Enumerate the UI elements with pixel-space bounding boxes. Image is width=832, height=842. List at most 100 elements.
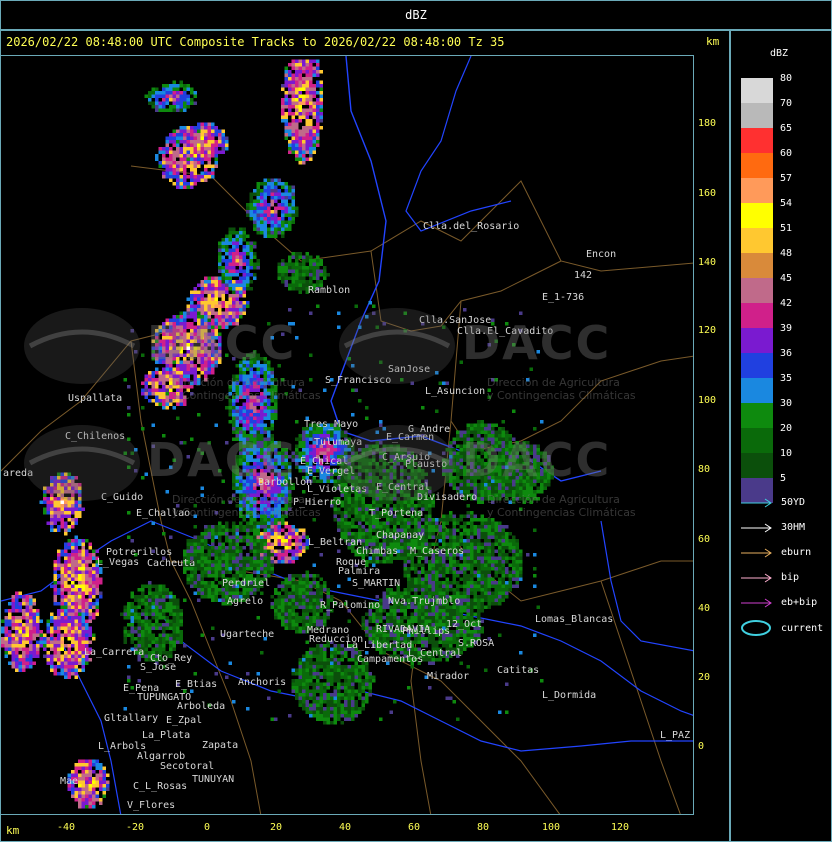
- y-tick-label: 140: [698, 257, 716, 268]
- legend-swatch: [741, 78, 773, 103]
- track-arrow-icon: [740, 598, 774, 608]
- place-label: E_1-736: [542, 292, 584, 303]
- y-tick-label: 80: [698, 464, 710, 475]
- place-label: Ramblon: [308, 285, 350, 296]
- legend-label: 70: [780, 98, 792, 109]
- legend-swatch: [741, 428, 773, 453]
- legend-swatch: [741, 278, 773, 303]
- place-label: La_Carrera: [84, 647, 144, 658]
- place-label: S.ROSA: [458, 638, 494, 649]
- x-tick-label: 20: [270, 822, 282, 833]
- legend-label: 80: [780, 73, 792, 84]
- x-tick-label: 60: [408, 822, 420, 833]
- legend-swatch: [741, 153, 773, 178]
- watermark-subtitle: Dirección de Agricultura y Contingencias …: [172, 493, 321, 519]
- y-tick-label: 20: [698, 672, 710, 683]
- x-tick-label: -20: [126, 822, 144, 833]
- y-tick-label: 180: [698, 118, 716, 129]
- place-label: Arboleda: [177, 701, 225, 712]
- legend-label: 20: [780, 423, 792, 434]
- watermark-subtitle: Dirección de Agricultura y Contingencias …: [172, 376, 321, 402]
- y-tick-label: 160: [698, 188, 716, 199]
- x-tick-label: -40: [57, 822, 75, 833]
- place-label: Zapata: [202, 740, 238, 751]
- place-label: Phillips: [402, 626, 450, 637]
- x-tick-label: 40: [339, 822, 351, 833]
- track-arrow-icon: [740, 498, 774, 508]
- legend-title: dBZ: [770, 48, 788, 59]
- x-tick-label: 80: [477, 822, 489, 833]
- place-label: Clla.del_Rosario: [423, 221, 519, 232]
- place-label: 12_Oct: [446, 619, 482, 630]
- place-label: Chapanay: [376, 530, 424, 541]
- place-label: L_Central: [408, 648, 462, 659]
- legend-label: 30: [780, 398, 792, 409]
- legend-swatch: [741, 353, 773, 378]
- y-tick-label: 60: [698, 534, 710, 545]
- place-label: TUNUYAN: [192, 774, 234, 785]
- place-label: E_Zpal: [166, 715, 202, 726]
- legend-label: 42: [780, 298, 792, 309]
- place-label: L_Asuncion: [425, 386, 485, 397]
- legend-label: 36: [780, 348, 792, 359]
- legend-swatch: [741, 103, 773, 128]
- current-ellipse-icon: [740, 618, 774, 638]
- legend-label: 45: [780, 273, 792, 284]
- top-title: dBZ: [1, 8, 831, 22]
- x-tick-label: 120: [611, 822, 629, 833]
- legend-label: 5: [780, 473, 786, 484]
- legend-label: 54: [780, 198, 792, 209]
- dacc-logo-icon: [337, 423, 457, 503]
- watermark-subtitle: Dirección de Agricultura y Contingencias …: [487, 376, 636, 402]
- track-legend-label: 30HM: [781, 522, 805, 533]
- legend-swatch: [741, 303, 773, 328]
- track-arrow-icon: [740, 548, 774, 558]
- current-legend-label: current: [781, 623, 823, 634]
- place-label: Cacheuta: [147, 558, 195, 569]
- place-label: R_Palomino: [320, 600, 380, 611]
- place-label: L_Beltran: [308, 537, 362, 548]
- place-label: L_PAZ: [660, 730, 690, 741]
- place-label: E_Btias: [175, 679, 217, 690]
- track-legend-label: bip: [781, 572, 799, 583]
- x-tick-label: 0: [204, 822, 210, 833]
- place-label: C_L_Rosas: [133, 781, 187, 792]
- place-label: Mae: [60, 776, 78, 787]
- place-label: L_Dormida: [542, 690, 596, 701]
- river-line: [406, 56, 511, 231]
- track-legend-label: 50YD: [781, 497, 805, 508]
- legend-swatch: [741, 203, 773, 228]
- y-axis-unit: km: [706, 35, 719, 48]
- place-label: T_Portena: [369, 508, 423, 519]
- river-line: [601, 521, 694, 651]
- legend-swatch: [741, 128, 773, 153]
- dacc-logo-icon: [22, 306, 142, 386]
- place-label: Nva.Trujmblo: [388, 596, 460, 607]
- place-label: Encon: [586, 249, 616, 260]
- watermark-text: DACC: [147, 433, 296, 487]
- legend-label: 57: [780, 173, 792, 184]
- place-label: Agrelo: [227, 596, 263, 607]
- legend-label: 48: [780, 248, 792, 259]
- legend-swatch: [741, 403, 773, 428]
- place-label: S_MARTIN: [352, 578, 400, 589]
- y-tick-label: 120: [698, 325, 716, 336]
- legend-swatch: [741, 453, 773, 478]
- legend-label: 10: [780, 448, 792, 459]
- legend-swatch: [741, 378, 773, 403]
- dacc-logo-icon: [337, 306, 457, 386]
- y-tick-label: 0: [698, 741, 704, 752]
- legend-label: 35: [780, 373, 792, 384]
- track-legend-label: eburn: [781, 547, 811, 558]
- legend-label: 51: [780, 223, 792, 234]
- radar-header: 2026/02/22 08:48:00 UTC Composite Tracks…: [6, 35, 505, 49]
- watermark-text: DACC: [147, 316, 296, 370]
- place-label: M_Caseros: [410, 546, 464, 557]
- place-label: Palmira: [338, 566, 380, 577]
- place-label: S_Jose: [140, 662, 176, 673]
- province-line: [331, 56, 601, 481]
- place-label: Gltallary: [104, 713, 158, 724]
- place-label: Chimbas: [356, 546, 398, 557]
- place-label: L_Vegas: [97, 557, 139, 568]
- watermark-text: DACC: [462, 316, 611, 370]
